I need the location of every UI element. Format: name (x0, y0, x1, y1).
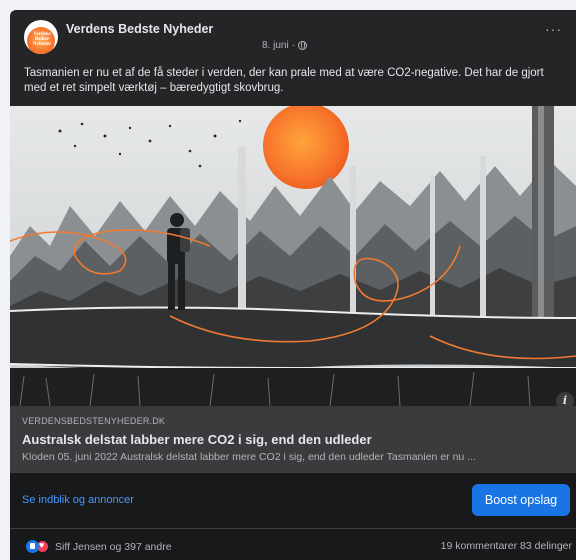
insights-link[interactable]: Se indblik og annoncer (22, 494, 134, 506)
reactions-summary[interactable]: Siff Jensen og 397 andre (26, 540, 172, 553)
globe-icon (298, 41, 308, 50)
avatar-logo-text: Verdens Bedste Nyheder (32, 32, 52, 47)
page-avatar[interactable]: Verdens Bedste Nyheder (24, 20, 58, 54)
stats-row: Siff Jensen og 397 andre 19 kommentarer … (10, 528, 576, 560)
sun-graphic (263, 106, 349, 189)
link-domain: VERDENSBEDSTENYHEDER.DK (22, 416, 166, 426)
boost-post-button[interactable]: Boost opslag (472, 484, 570, 516)
page-name-link[interactable]: Verdens Bedste Nyheder (66, 22, 213, 36)
link-title[interactable]: Australsk delstat labber mere CO2 i sig,… (22, 432, 564, 447)
link-preview[interactable]: i VERDENSBEDSTENYHEDER.DK Australsk dels… (10, 392, 576, 472)
post-meta: 8. juni · (262, 40, 308, 51)
post-header: Verdens Bedste Nyheder Verdens Bedste Ny… (10, 10, 576, 62)
post-text: Tasmanien er nu et af de få steder i ver… (24, 67, 544, 94)
like-reaction-icon (26, 540, 39, 553)
reaction-names[interactable]: Siff Jensen og 397 andre (55, 541, 172, 553)
post-image[interactable] (10, 106, 576, 406)
action-row: Se indblik og annoncer Boost opslag (10, 472, 576, 528)
comments-shares-count[interactable]: 19 kommentarer 83 delinger (441, 540, 572, 552)
more-options-icon[interactable]: ··· (545, 22, 562, 36)
forest-collage-image (10, 106, 576, 406)
link-description: Kloden 05. juni 2022 Australsk delstat l… (22, 451, 476, 463)
post-card: Verdens Bedste Nyheder Verdens Bedste Ny… (10, 10, 576, 560)
info-icon[interactable]: i (556, 392, 574, 410)
post-date[interactable]: 8. juni (262, 40, 289, 51)
